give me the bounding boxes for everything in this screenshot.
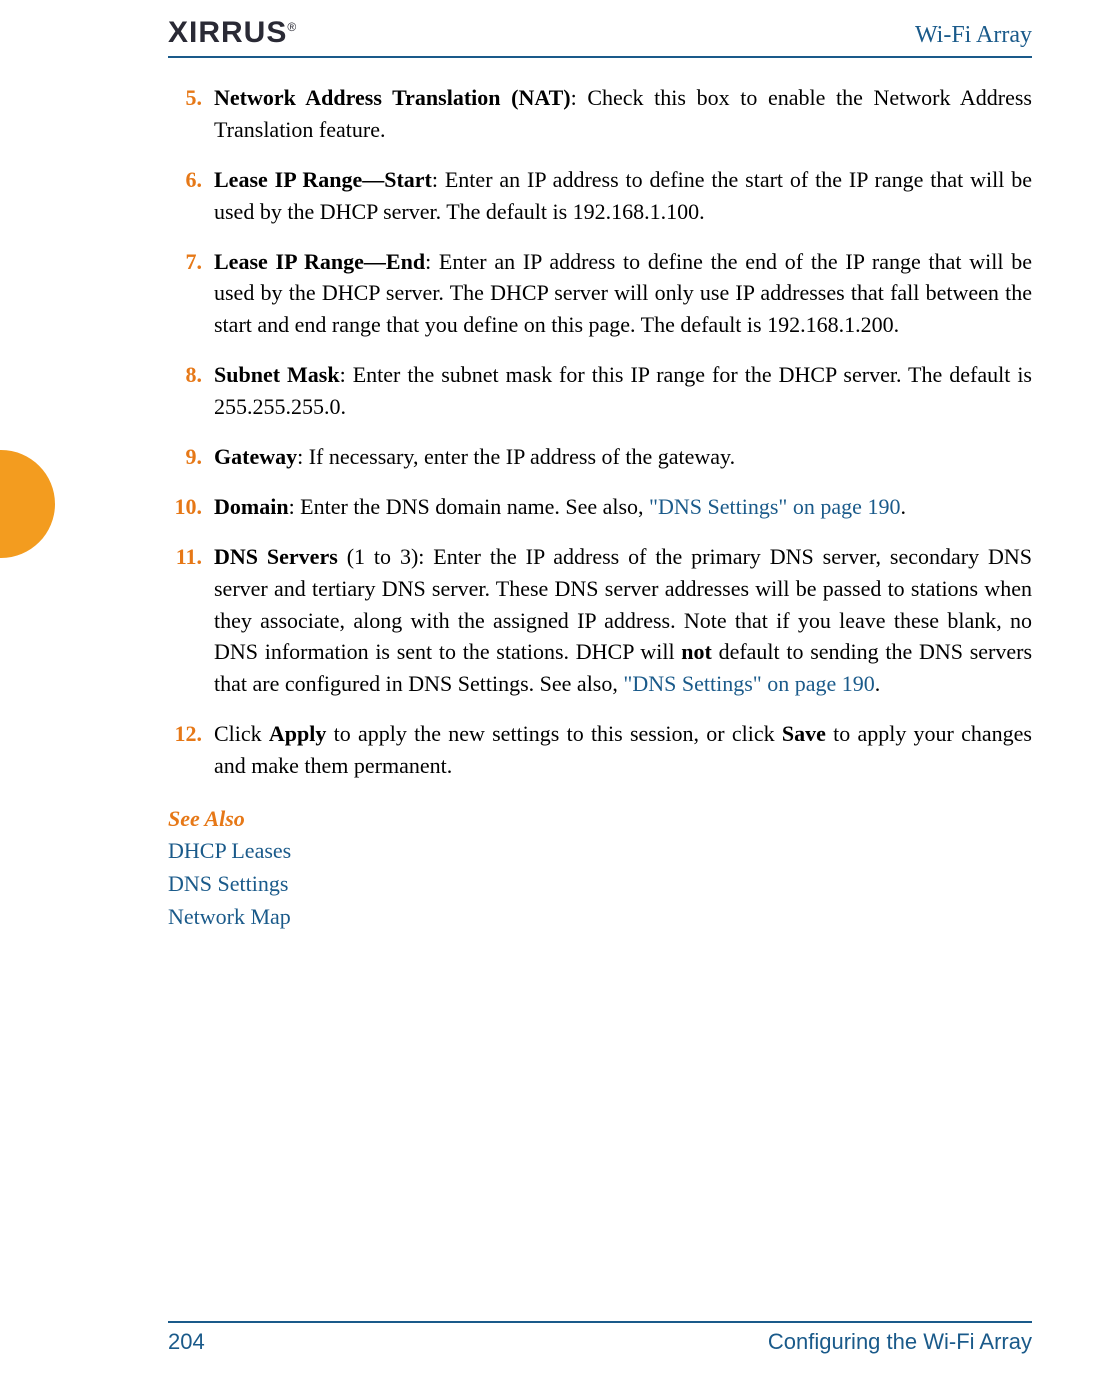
step-10: 10. Domain: Enter the DNS domain name. S… bbox=[168, 491, 1032, 523]
step-text: . bbox=[900, 494, 906, 519]
see-also-heading: See Also bbox=[168, 806, 1032, 832]
step-12: 12. Click Apply to apply the new setting… bbox=[168, 718, 1032, 782]
logo-text: XIRRUS bbox=[168, 16, 287, 49]
step-number: 6. bbox=[168, 164, 214, 228]
step-text: . bbox=[875, 671, 881, 696]
step-body: Gateway: If necessary, enter the IP addr… bbox=[214, 441, 1032, 473]
see-also-link[interactable]: DHCP Leases bbox=[168, 834, 1032, 867]
step-body: Lease IP Range—Start: Enter an IP addres… bbox=[214, 164, 1032, 228]
step-7: 7. Lease IP Range—End: Enter an IP addre… bbox=[168, 246, 1032, 342]
step-body: Lease IP Range—End: Enter an IP address … bbox=[214, 246, 1032, 342]
step-body: Click Apply to apply the new settings to… bbox=[214, 718, 1032, 782]
step-text: : If necessary, enter the IP address of … bbox=[297, 444, 735, 469]
step-number: 9. bbox=[168, 441, 214, 473]
footer-title: Configuring the Wi-Fi Array bbox=[768, 1329, 1032, 1355]
step-body: Subnet Mask: Enter the subnet mask for t… bbox=[214, 359, 1032, 423]
step-11: 11. DNS Servers (1 to 3): Enter the IP a… bbox=[168, 541, 1032, 700]
registered-symbol: ® bbox=[287, 20, 297, 34]
side-tab-decoration bbox=[0, 450, 55, 558]
step-body: Domain: Enter the DNS domain name. See a… bbox=[214, 491, 1032, 523]
term: Subnet Mask bbox=[214, 362, 340, 387]
step-number: 12. bbox=[168, 718, 214, 782]
main-content: 5. Network Address Translation (NAT): Ch… bbox=[168, 82, 1032, 933]
cross-reference-link[interactable]: "DNS Settings" on page 190 bbox=[649, 494, 900, 519]
see-also-link[interactable]: Network Map bbox=[168, 900, 1032, 933]
step-body: DNS Servers (1 to 3): Enter the IP addre… bbox=[214, 541, 1032, 700]
step-body: Network Address Translation (NAT): Check… bbox=[214, 82, 1032, 146]
step-number: 11. bbox=[168, 541, 214, 700]
page-header: XIRRUS® Wi-Fi Array bbox=[168, 18, 1032, 58]
step-number: 5. bbox=[168, 82, 214, 146]
term: Lease IP Range—Start bbox=[214, 167, 432, 192]
button-label-apply: Apply bbox=[269, 721, 326, 746]
see-also-link[interactable]: DNS Settings bbox=[168, 867, 1032, 900]
term: DNS Servers bbox=[214, 544, 338, 569]
step-text: to apply the new settings to this sessio… bbox=[326, 721, 781, 746]
emphasis: not bbox=[681, 639, 712, 664]
step-number: 10. bbox=[168, 491, 214, 523]
cross-reference-link[interactable]: "DNS Settings" on page 190 bbox=[623, 671, 874, 696]
step-8: 8. Subnet Mask: Enter the subnet mask fo… bbox=[168, 359, 1032, 423]
term: Domain bbox=[214, 494, 289, 519]
see-also-list: DHCP Leases DNS Settings Network Map bbox=[168, 834, 1032, 933]
step-number: 7. bbox=[168, 246, 214, 342]
step-9: 9. Gateway: If necessary, enter the IP a… bbox=[168, 441, 1032, 473]
term: Lease IP Range—End bbox=[214, 249, 425, 274]
term: Network Address Translation (NAT) bbox=[214, 85, 571, 110]
step-5: 5. Network Address Translation (NAT): Ch… bbox=[168, 82, 1032, 146]
step-6: 6. Lease IP Range—Start: Enter an IP add… bbox=[168, 164, 1032, 228]
step-text: : Enter the DNS domain name. See also, bbox=[289, 494, 649, 519]
page-number: 204 bbox=[168, 1329, 205, 1355]
page-footer: 204 Configuring the Wi-Fi Array bbox=[168, 1321, 1032, 1355]
step-number: 8. bbox=[168, 359, 214, 423]
button-label-save: Save bbox=[782, 721, 826, 746]
term: Gateway bbox=[214, 444, 297, 469]
brand-logo: XIRRUS® bbox=[168, 16, 297, 50]
step-text: Click bbox=[214, 721, 269, 746]
header-title: Wi-Fi Array bbox=[915, 22, 1032, 49]
